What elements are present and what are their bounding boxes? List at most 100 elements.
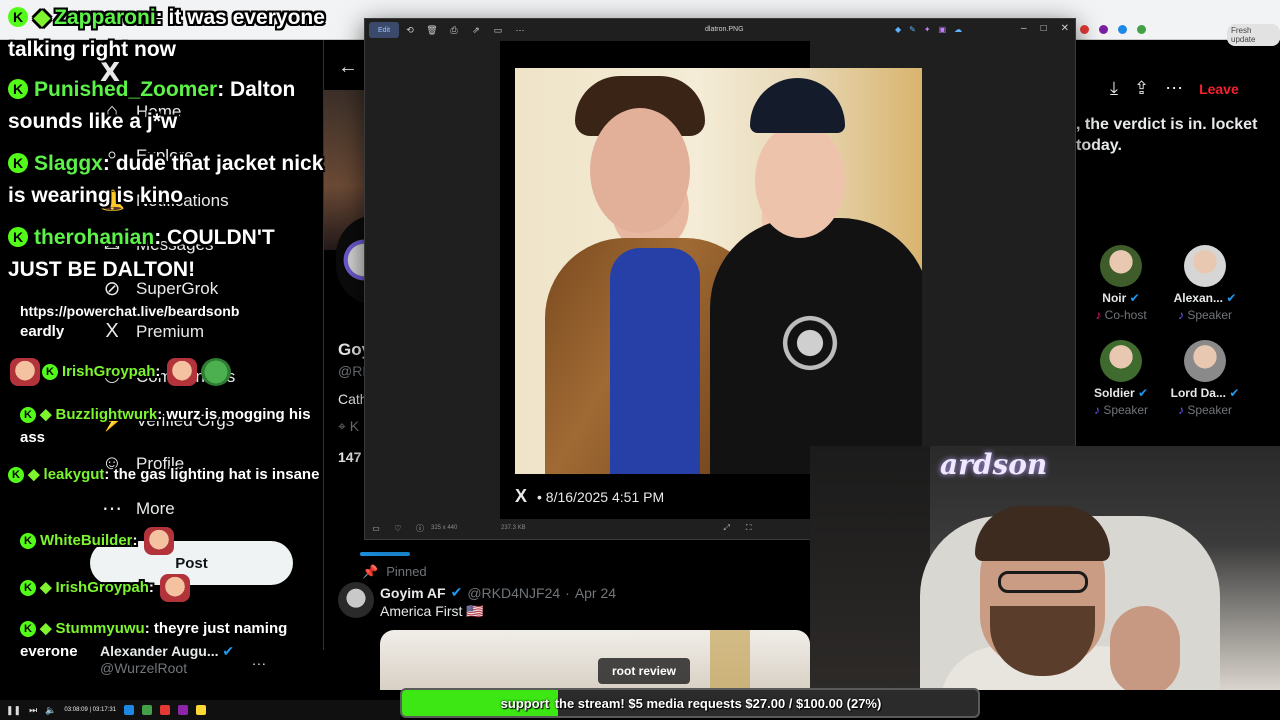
kick-badge-icon: K [8, 467, 24, 483]
donation-goal-bar: support the stream! $5 media requests $2… [400, 688, 980, 718]
chat-username: WhiteBuilder [40, 531, 133, 549]
volume-icon[interactable]: 🔈 [45, 705, 56, 716]
chat-message: K ◆ Stummyuwu: theyre just naming everone [20, 617, 338, 663]
sub-badge-icon: ◆ [34, 6, 51, 29]
effects-icon[interactable]: ✦ [924, 25, 931, 34]
chat-message: K ◆ IrishGroypah: [20, 574, 338, 602]
more-icon[interactable]: ⋯ [509, 25, 531, 36]
extension-icon[interactable] [1118, 25, 1127, 34]
favorite-icon[interactable]: ♡ [387, 524, 409, 533]
more-options-icon[interactable]: ⋯ [1165, 78, 1183, 99]
skip-icon[interactable]: ⏭ [29, 705, 37, 716]
active-tab-indicator [360, 552, 410, 556]
slideshow-icon[interactable]: ▭ [487, 25, 509, 36]
kick-badge-icon: K [20, 532, 36, 549]
displayed-photo [515, 68, 922, 474]
maximize-icon[interactable]: □ [1041, 23, 1047, 34]
space-speaker[interactable]: Noir ✔ ♪ Co-host [1076, 245, 1166, 322]
viewer-titlebar: Edit ⟲ 🗑 ⎙ ⇗ ▭ ⋯ dlatron.PNG ◆ ✎ ✦ ▣ ☁ –… [365, 19, 1075, 41]
tweet-author-handle[interactable]: @RKD4NJF24 [467, 585, 560, 601]
speaker-name: Alexan... [1173, 291, 1223, 305]
space-speaker[interactable]: Soldier ✔ ♪ Speaker [1076, 340, 1166, 417]
photo-caption: X • 8/16/2025 4:51 PM [515, 486, 664, 507]
taskbar-app-icon[interactable] [178, 705, 189, 715]
chat-username: Punished_Zoomer [34, 78, 218, 101]
speaker-role-label: Speaker [1187, 308, 1233, 322]
tweet-author-name[interactable]: Goyim AF [380, 585, 446, 601]
sub-badge-icon: ◆ [40, 620, 52, 637]
speaker-avatar [1184, 340, 1226, 382]
speaker-role: ♪ Co-host [1076, 308, 1166, 322]
stream-chat-overlay: K ◆ Zapparoni: it was everyone talking rig… [0, 0, 330, 690]
extension-icon[interactable] [1099, 25, 1108, 34]
sub-badge-icon: ◆ [40, 406, 52, 423]
taskbar-app-icon[interactable] [160, 705, 171, 715]
speaker-name: Lord Da... [1170, 386, 1226, 400]
webcam-feed: ardson [810, 446, 1280, 690]
speaker-role-label: Speaker [1187, 403, 1233, 417]
fullscreen-icon[interactable]: ⛶ [738, 523, 760, 533]
speaker-avatar [1100, 245, 1142, 287]
minimize-space-icon[interactable]: ⤓ [1110, 78, 1118, 99]
fit-icon[interactable]: ⤢ [716, 523, 738, 533]
taskbar-app-icon[interactable] [142, 705, 153, 715]
delete-icon[interactable]: 🗑 [421, 25, 443, 36]
extension-icon[interactable] [1080, 25, 1089, 34]
taskbar-app-icon[interactable] [196, 705, 207, 715]
chat-text: the gas lighting hat is insane [113, 466, 320, 483]
info-icon[interactable]: ⓘ [409, 523, 431, 534]
edit-tool-icon[interactable]: ✎ [909, 25, 916, 34]
speaker-role: ♪ Speaker [1160, 308, 1250, 322]
kick-badge-icon: K [8, 79, 28, 99]
playback-clock: 03:08:09 | 03:17:31 [64, 707, 117, 713]
chat-message: Ktherohanian: COULDN'T JUST BE DALTON! [8, 226, 275, 281]
chat-message: K Punished_Zoomer: Dalton sounds like a j… [8, 78, 296, 133]
chat-username: leakygut [43, 466, 105, 483]
chat-username: Slaggx [34, 152, 103, 175]
rotate-icon[interactable]: ⟲ [399, 25, 421, 36]
emote-icon [200, 358, 231, 386]
update-badge[interactable]: Fresh update [1227, 24, 1280, 46]
tweet-avatar[interactable] [338, 582, 374, 618]
speaker-role-label: Co-host [1104, 308, 1147, 322]
x-logo-icon: X [515, 486, 528, 506]
space-speaker[interactable]: Alexan... ✔ ♪ Speaker [1160, 245, 1250, 322]
print-icon[interactable]: ⎙ [443, 25, 465, 36]
extension-icon[interactable] [1137, 25, 1146, 34]
minimize-icon[interactable]: – [1021, 23, 1027, 34]
chat-link[interactable]: https://powerchat.live/beardsonb [20, 303, 239, 319]
sub-badge-icon: ◆ [40, 578, 52, 596]
filmstrip-icon[interactable]: ▭ [365, 524, 387, 533]
chat-message: K Slaggx: dude that jacket nick is wearin… [8, 152, 324, 207]
chat-username: therohanian [34, 226, 155, 249]
following-count[interactable]: 147 [338, 449, 361, 465]
copilot-icon[interactable]: ◆ [895, 25, 901, 34]
image-dimensions: 325 x 440 [431, 525, 458, 531]
pause-icon[interactable]: ❚❚ [6, 705, 21, 716]
background-icon[interactable]: ▣ [939, 25, 947, 34]
mic-icon: ♪ [1095, 308, 1105, 322]
cloud-icon[interactable]: ☁ [954, 25, 962, 34]
webcam-background-shelf [810, 446, 930, 690]
share-icon[interactable]: ⇪ [1134, 78, 1149, 99]
goal-label: support the stream! $5 media requests $2… [402, 690, 978, 716]
space-title: , the verdict is in. locket today. [1076, 116, 1258, 154]
chat-username: Zapparoni [54, 6, 156, 29]
taskbar-app-icon[interactable] [124, 705, 135, 715]
chat-message: K IrishGroypah: [8, 358, 326, 386]
leave-space-button[interactable]: Leave [1199, 81, 1239, 97]
verified-icon: ✔ [1229, 386, 1240, 400]
photo-figure-right-head [755, 123, 845, 238]
kick-badge-icon: K [20, 407, 36, 423]
streamer-glasses [998, 571, 1088, 593]
back-arrow-icon[interactable]: ← [338, 56, 358, 79]
speaker-role-label: Speaker [1103, 403, 1149, 417]
close-icon[interactable]: ✕ [1061, 23, 1069, 34]
tweet-date[interactable]: Apr 24 [575, 585, 616, 601]
location-text: K [349, 418, 360, 434]
edit-button[interactable]: Edit [369, 22, 399, 38]
share-icon[interactable]: ⇗ [465, 25, 487, 36]
tweet-media[interactable]: root review [380, 630, 810, 690]
speaker-role: ♪ Speaker [1076, 403, 1166, 417]
space-speaker[interactable]: Lord Da... ✔ ♪ Speaker [1160, 340, 1250, 417]
